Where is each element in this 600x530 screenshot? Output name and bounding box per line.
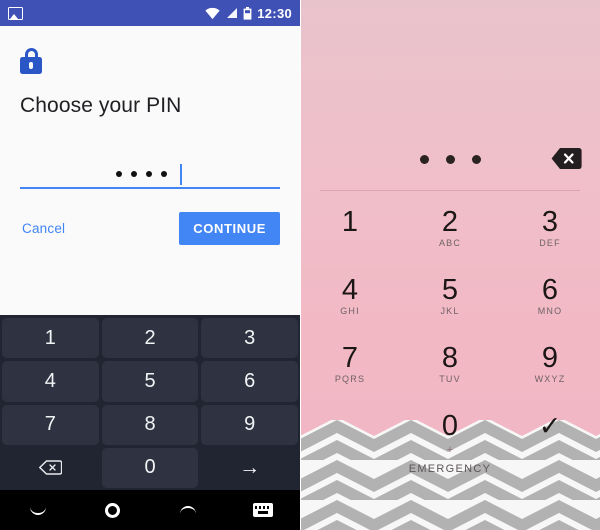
pin-setup-content: Choose your PIN Cancel CONTINUE (0, 26, 300, 315)
key-0[interactable]: 0 (101, 447, 199, 488)
backspace-icon (551, 148, 582, 169)
pin-dot (161, 171, 168, 177)
pin-input[interactable] (20, 161, 280, 191)
status-bar-notifications (8, 6, 23, 20)
keypad-key-7[interactable]: 7 PQRS (300, 336, 400, 404)
keypad-number: 9 (541, 342, 559, 374)
key-1[interactable]: 1 (2, 318, 99, 359)
lock-icon (20, 48, 42, 74)
keypad-confirm-key[interactable]: ✓ (500, 404, 600, 472)
text-caret (180, 163, 182, 185)
keypad-key-5[interactable]: 5 JKL (400, 268, 500, 336)
pin-entry-row (300, 148, 600, 169)
key-9[interactable]: 9 (201, 404, 299, 445)
arrow-right-icon: → (239, 455, 261, 479)
key-7[interactable]: 7 (2, 404, 99, 445)
keypad-number: 3 (541, 206, 559, 238)
keypad-number: 8 (441, 342, 459, 374)
signal-icon (227, 8, 238, 18)
circle-home-icon (105, 502, 120, 518)
enter-key[interactable]: → (201, 448, 298, 488)
pin-dot (419, 155, 429, 164)
keypad-letters: JKL (440, 306, 460, 316)
pin-masked-value (419, 155, 481, 164)
keypad-number: 2 (441, 206, 459, 238)
keypad-letters: WXYZ (534, 374, 566, 384)
photo-icon (8, 6, 23, 20)
keypad-number: 5 (441, 274, 459, 306)
keypad-letters: MNO (537, 306, 563, 316)
key-3[interactable]: 3 (201, 318, 299, 359)
status-bar-clock: 12:30 (257, 5, 292, 21)
numeric-keyboard: 1 2 3 4 5 6 7 8 9 0 → (0, 315, 300, 490)
cancel-button[interactable]: Cancel (20, 217, 67, 240)
left-phone-screen: 12:30 Choose your PIN Cancel CONTINUE 1 … (0, 0, 300, 530)
backspace-button[interactable] (551, 147, 582, 170)
chevron-down-icon (29, 506, 46, 515)
keypad-spacer-left (300, 404, 400, 472)
keypad-letters: DEF (539, 238, 561, 248)
keypad-key-1[interactable]: 1 (300, 200, 400, 268)
battery-icon (243, 6, 252, 20)
system-nav-bar (0, 490, 300, 530)
key-4[interactable]: 4 (2, 361, 99, 402)
keypad-number: 0 (441, 410, 459, 442)
nav-keyboard-switch-button[interactable] (225, 490, 300, 530)
right-phone-lockscreen: 1 2 ABC 3 DEF 4 GHI 5 JKL 6 MNO 7 PQRS 8… (300, 0, 600, 530)
keypad-letters: TUV (439, 374, 461, 384)
nav-recents-button[interactable] (150, 490, 225, 530)
pin-entry-divider (320, 190, 580, 191)
dialog-actions: Cancel CONTINUE (20, 212, 280, 245)
keypad-letters: GHI (340, 306, 360, 316)
keyboard-row: 1 2 3 (2, 318, 299, 359)
lockscreen-keypad: 1 2 ABC 3 DEF 4 GHI 5 JKL 6 MNO 7 PQRS 8… (300, 200, 600, 472)
status-bar: 12:30 (0, 0, 300, 26)
nav-home-button[interactable] (75, 490, 150, 530)
keypad-letters: ABC (438, 238, 462, 248)
keypad-key-8[interactable]: 8 TUV (400, 336, 500, 404)
page-title: Choose your PIN (20, 94, 182, 117)
pin-dot (445, 155, 455, 164)
pin-masked-value (20, 161, 280, 187)
keypad-number: 7 (341, 342, 359, 374)
keypad-letters: PQRS (334, 374, 366, 384)
keypad-plus-label: + (446, 444, 454, 456)
pin-input-underline (20, 187, 280, 189)
continue-button[interactable]: CONTINUE (179, 212, 280, 245)
status-bar-system-icons: 12:30 (205, 6, 292, 21)
backspace-key[interactable] (2, 448, 99, 488)
nav-back-button[interactable] (0, 490, 75, 530)
wifi-icon (205, 7, 220, 19)
keypad-key-4[interactable]: 4 GHI (300, 268, 400, 336)
chevron-up-icon (179, 505, 196, 515)
keypad-key-9[interactable]: 9 WXYZ (500, 336, 600, 404)
keyboard-row: 7 8 9 (2, 404, 299, 445)
keypad-key-6[interactable]: 6 MNO (500, 268, 600, 336)
keypad-key-3[interactable]: 3 DEF (500, 200, 600, 268)
keypad-key-2[interactable]: 2 ABC (400, 200, 500, 268)
keypad-number: 6 (541, 274, 559, 306)
screen-divider (300, 0, 301, 530)
keyboard-row: 0 → (2, 447, 298, 488)
keypad-number: 1 (341, 206, 359, 238)
lockscreen-content: 1 2 ABC 3 DEF 4 GHI 5 JKL 6 MNO 7 PQRS 8… (300, 0, 600, 530)
checkmark-icon: ✓ (538, 411, 562, 441)
pin-dot (146, 171, 153, 177)
screens-container: 12:30 Choose your PIN Cancel CONTINUE 1 … (0, 0, 600, 530)
pin-dot (471, 155, 481, 164)
key-2[interactable]: 2 (101, 318, 199, 359)
pin-dot (131, 171, 138, 177)
keyboard-icon (252, 503, 273, 517)
pin-dot (116, 171, 123, 177)
keyboard-row: 4 5 6 (2, 361, 299, 402)
key-8[interactable]: 8 (101, 404, 199, 445)
keypad-key-0[interactable]: 0 + (400, 404, 500, 472)
keypad-number: 4 (341, 274, 359, 306)
key-5[interactable]: 5 (101, 361, 199, 402)
key-6[interactable]: 6 (201, 361, 299, 402)
emergency-call-button[interactable]: EMERGENCY (300, 463, 600, 475)
backspace-icon (38, 460, 62, 476)
